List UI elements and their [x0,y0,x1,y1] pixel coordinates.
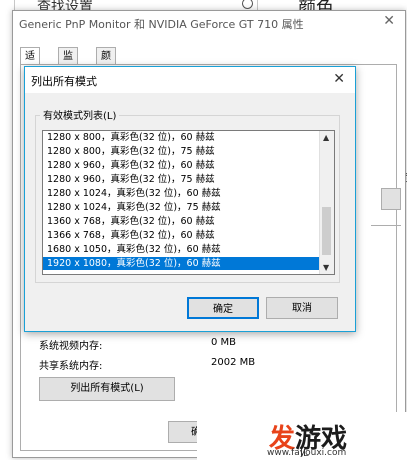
modes-listbox[interactable]: 1280 x 800，真彩色(32 位)，60 赫兹 1280 x 800，真彩… [42,130,335,275]
list-item[interactable]: 1280 x 800，真彩色(32 位)，75 赫兹 [43,145,319,158]
search-icon [242,0,253,9]
chevron-up-icon[interactable]: ▲ [323,133,329,142]
properties-button[interactable] [381,188,401,210]
list-item[interactable]: 1366 x 768，真彩色(32 位)，60 赫兹 [43,229,319,242]
system-video-memory-value: 0 MB [211,337,237,348]
list-item[interactable]: 1280 x 800，真彩色(32 位)，60 赫兹 [43,131,319,144]
list-item[interactable]: 1280 x 1024，真彩色(32 位)，60 赫兹 [43,187,319,200]
list-item[interactable]: 1280 x 1024，真彩色(32 位)，75 赫兹 [43,201,319,214]
ok-button[interactable]: 确定 [187,297,259,319]
valid-modes-group: 有效模式列表(L) 1280 x 800，真彩色(32 位)，60 赫兹 128… [35,107,340,283]
close-icon[interactable]: ✕ [333,71,345,87]
tab-monitor[interactable]: 监视器 [58,47,78,96]
list-item[interactable]: 1680 x 1050，真彩色(32 位)，60 赫兹 [43,243,319,256]
list-item-selected[interactable]: 1920 x 1080，真彩色(32 位)，60 赫兹 [43,257,319,270]
scrollbar-thumb[interactable] [322,207,331,255]
dialog-title-bar: 列出所有模式 ✕ [25,67,355,93]
list-all-modes-dialog: 列出所有模式 ✕ 有效模式列表(L) 1280 x 800，真彩色(32 位)，… [24,66,356,332]
cancel-button[interactable]: 取消 [266,297,338,319]
list-item[interactable]: 1280 x 960，真彩色(32 位)，75 赫兹 [43,173,319,186]
list-all-modes-button[interactable]: 列出所有模式(L) [39,377,175,401]
vertical-scrollbar[interactable]: ▲ ▼ [319,131,334,274]
list-item[interactable]: 1280 x 960，真彩色(32 位)，60 赫兹 [43,159,319,172]
window-title: Generic PnP Monitor 和 NVIDIA GeForce GT … [19,18,304,31]
dialog-title: 列出所有模式 [31,75,97,88]
tab-color-management[interactable]: 颜色管理 [96,47,116,113]
close-icon[interactable]: ✕ [383,13,395,29]
chevron-down-icon[interactable]: ▼ [323,263,329,272]
shared-system-memory-label: 共享系统内存: [39,361,103,372]
background-text-fragment: IL [300,448,309,459]
list-item[interactable]: 1360 x 768，真彩色(32 位)，60 赫兹 [43,215,319,228]
shared-system-memory-value: 2002 MB [211,357,256,368]
valid-modes-label: 有效模式列表(L) [40,107,120,122]
system-video-memory-label: 系统视频内存: [39,341,103,352]
